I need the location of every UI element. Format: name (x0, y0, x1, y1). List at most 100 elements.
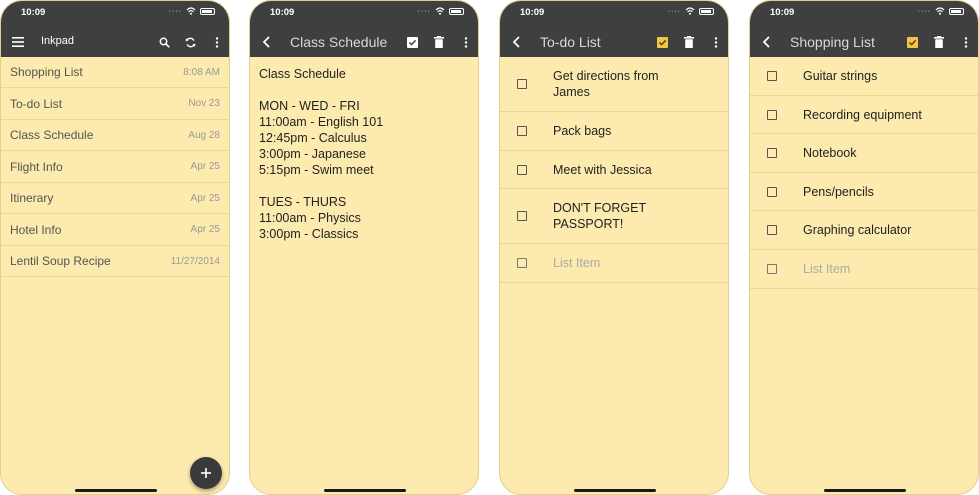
checklist-item-text: DON'T FORGET (553, 201, 647, 215)
checkbox-icon[interactable] (767, 110, 777, 120)
note-line: TUES - THURS (259, 195, 347, 209)
home-indicator (824, 489, 906, 492)
note-date: Apr 25 (190, 161, 220, 172)
more-vert-icon[interactable] (458, 34, 474, 50)
phone-note-list: 10:09 ···· Inkpad Shopping List 8:08 AM … (0, 0, 230, 495)
app-toolbar: 10:09 ···· Class Schedule (250, 1, 478, 57)
checklist-item[interactable]: Pack bags (500, 112, 728, 151)
list-item[interactable]: Itinerary Apr 25 (1, 183, 229, 214)
status-icons: ···· (169, 7, 215, 15)
checklist-item-text: Get directions from (553, 69, 659, 83)
app-toolbar: 10:09 ···· Shopping List (750, 1, 978, 57)
checkbox-icon[interactable] (404, 34, 420, 50)
checkbox-icon[interactable] (517, 165, 527, 175)
checklist-item-text: Guitar strings (803, 69, 878, 83)
status-icons: ···· (918, 7, 964, 15)
wifi-icon (685, 7, 695, 15)
note-body[interactable]: Class Schedule MON - WED - FRI 11:00am -… (259, 66, 383, 242)
app-toolbar: 10:09 ···· Inkpad (1, 1, 229, 57)
new-checklist-item[interactable]: List Item (500, 244, 728, 283)
checkbox-icon[interactable] (517, 79, 527, 89)
note-date: Apr 25 (190, 224, 220, 235)
status-time: 10:09 (770, 7, 795, 18)
checklist-item[interactable]: Notebook (750, 134, 978, 173)
note-line: 3:00pm - Japanese (259, 147, 367, 161)
more-vert-icon[interactable] (209, 34, 225, 50)
checklist-item-text: Graphing calculator (803, 223, 912, 237)
more-vert-icon[interactable] (958, 34, 974, 50)
signal-icon: ···· (168, 7, 182, 15)
status-time: 10:09 (520, 7, 545, 18)
note-title[interactable]: Class Schedule (290, 34, 387, 50)
signal-icon: ···· (667, 7, 681, 15)
back-arrow-icon[interactable] (258, 34, 274, 50)
wifi-icon (935, 7, 945, 15)
checkbox-icon[interactable] (904, 34, 920, 50)
note-title: Itinerary (10, 191, 54, 205)
list-item[interactable]: Shopping List 8:08 AM (1, 57, 229, 88)
add-note-button[interactable] (190, 457, 222, 489)
trash-icon[interactable] (431, 34, 447, 50)
checklist-item[interactable]: Guitar strings (750, 57, 978, 96)
note-date: Nov 23 (188, 98, 220, 109)
search-icon[interactable] (156, 34, 172, 50)
checkbox-icon[interactable] (654, 34, 670, 50)
checklist-item-text: PASSPORT! (553, 217, 624, 231)
note-line: 5:15pm - Swim meet (259, 163, 374, 177)
plus-icon (201, 468, 211, 478)
wifi-icon (186, 7, 196, 15)
battery-icon (449, 7, 464, 15)
checkbox-icon[interactable] (767, 71, 777, 81)
list-item[interactable]: Flight Info Apr 25 (1, 152, 229, 183)
home-indicator (324, 489, 406, 492)
app-title: Inkpad (41, 35, 75, 47)
note-date: 8:08 AM (183, 66, 220, 78)
note-title: Shopping List (10, 65, 83, 79)
sync-icon[interactable] (182, 34, 198, 50)
note-line: 3:00pm - Classics (259, 227, 359, 241)
checkbox-icon[interactable] (517, 211, 527, 221)
status-icons: ···· (418, 7, 464, 15)
trash-icon[interactable] (931, 34, 947, 50)
checklist-item[interactable]: Get directions from James (500, 57, 728, 112)
list-item-placeholder[interactable]: List Item (553, 255, 600, 271)
list-item[interactable]: Class Schedule Aug 28 (1, 120, 229, 151)
status-time: 10:09 (21, 7, 46, 18)
checkbox-icon[interactable] (767, 225, 777, 235)
note-title[interactable]: To-do List (540, 34, 601, 50)
home-indicator (574, 489, 656, 492)
more-vert-icon[interactable] (708, 34, 724, 50)
note-line (259, 82, 383, 98)
checkbox-icon[interactable] (767, 187, 777, 197)
checklist-item[interactable]: DON'T FORGET PASSPORT! (500, 189, 728, 244)
phone-shopping-checklist: 10:09 ···· Shopping List Guitar strings … (749, 0, 979, 495)
back-arrow-icon[interactable] (508, 34, 524, 50)
list-item[interactable]: Hotel Info Apr 25 (1, 215, 229, 246)
checklist-item[interactable]: Recording equipment (750, 96, 978, 134)
back-arrow-icon[interactable] (758, 34, 774, 50)
list-item[interactable]: Lentil Soup Recipe 11/27/2014 (1, 246, 229, 277)
checkbox-icon[interactable] (767, 148, 777, 158)
checklist-item[interactable]: Pens/pencils (750, 173, 978, 211)
new-checklist-item[interactable]: List Item (750, 250, 978, 289)
note-title[interactable]: Shopping List (790, 34, 875, 50)
checklist-item[interactable]: Graphing calculator (750, 211, 978, 250)
note-title: To-do List (10, 96, 63, 111)
checklist-item[interactable]: Meet with Jessica (500, 151, 728, 189)
list-item[interactable]: To-do List Nov 23 (1, 89, 229, 120)
checkbox-icon[interactable] (767, 264, 777, 274)
checklist-item-text: Pens/pencils (803, 185, 874, 199)
checklist-item-text: Notebook (803, 146, 857, 160)
trash-icon[interactable] (681, 34, 697, 50)
note-title: Lentil Soup Recipe (10, 254, 111, 268)
checkbox-icon[interactable] (517, 126, 527, 136)
note-line: 12:45pm - Calculus (259, 131, 367, 145)
note-date: 11/27/2014 (170, 255, 220, 267)
phone-todo-checklist: 10:09 ···· To-do List Get directions fro… (499, 0, 729, 495)
menu-icon[interactable] (10, 34, 26, 50)
list-item-placeholder[interactable]: List Item (803, 261, 850, 277)
checkbox-icon[interactable] (517, 258, 527, 268)
note-line: 11:00am - Physics (259, 211, 361, 225)
note-date: Apr 25 (190, 192, 220, 204)
status-icons: ···· (668, 7, 714, 15)
